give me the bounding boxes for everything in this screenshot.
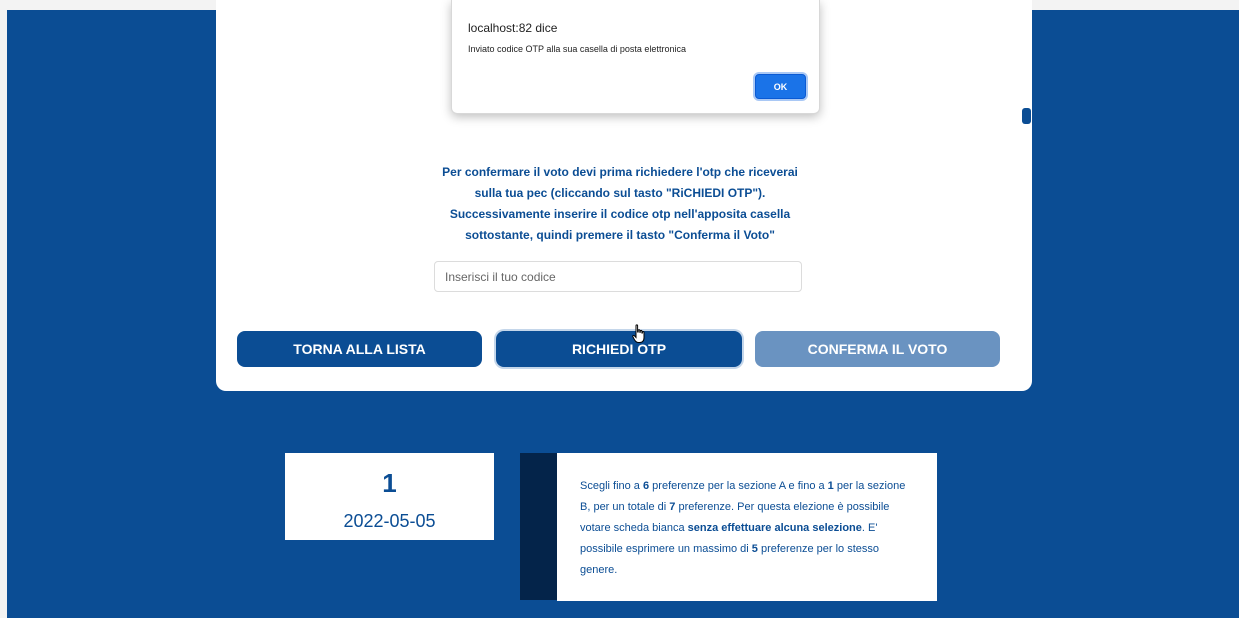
dialog-title: localhost:82 dice [468, 21, 558, 35]
vote-count: 1 [382, 468, 397, 498]
otp-instructions: Per confermare il voto devi prima richie… [418, 162, 822, 246]
request-otp-button[interactable]: RICHIEDI OTP [496, 331, 742, 367]
info-emphasis: senza effettuare alcuna selezione [687, 522, 862, 534]
election-date: 2022-05-05 [343, 511, 436, 531]
election-rules-info: Scegli fino a 6 preferenze per la sezion… [557, 453, 937, 601]
info-text: preferenze per la sezione A e fino a [649, 480, 828, 492]
dialog-message: Inviato codice OTP alla sua casella di p… [468, 44, 686, 54]
scrollbar-thumb[interactable] [1022, 108, 1031, 124]
otp-code-input[interactable] [434, 261, 802, 292]
dialog-ok-button[interactable]: OK [755, 74, 806, 99]
hand-cursor-icon [632, 324, 645, 343]
instructions-line: sottostante, quindi premere il tasto "Co… [465, 228, 775, 242]
instructions-line: Per confermare il voto devi prima richie… [442, 165, 798, 179]
confirm-vote-button[interactable]: CONFERMA IL VOTO [755, 331, 1000, 367]
back-to-list-button[interactable]: TORNA ALLA LISTA [237, 331, 482, 367]
vote-counter-box: 1 2022-05-05 [285, 453, 494, 540]
alert-dialog: localhost:82 dice Inviato codice OTP all… [451, 0, 820, 114]
instructions-line: Successivamente inserire il codice otp n… [449, 207, 791, 221]
info-accent-stripe [520, 453, 557, 600]
info-text: Scegli fino a [580, 480, 643, 492]
instructions-line: sulla tua pec (cliccando sul tasto "RiCH… [474, 186, 766, 200]
